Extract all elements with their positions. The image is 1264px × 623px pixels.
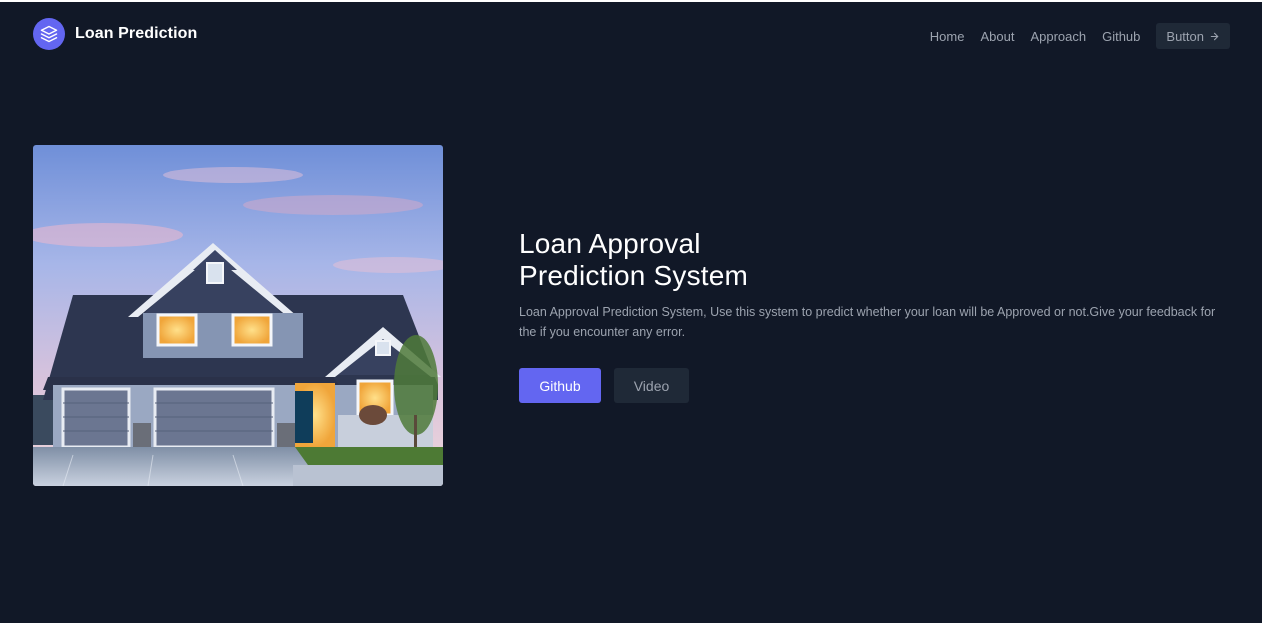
hero-description: Loan Approval Prediction System, Use thi…: [519, 305, 1216, 339]
hero-title: Loan Approval Prediction System: [519, 228, 1219, 292]
main-nav: Home About Approach Github Button: [930, 23, 1230, 49]
hero-actions: Github Video: [519, 368, 1219, 403]
site-header: Loan Prediction Home About Approach Gith…: [33, 18, 1230, 54]
nav-approach[interactable]: Approach: [1030, 29, 1086, 44]
layers-icon: [33, 18, 65, 50]
brand-link[interactable]: Loan Prediction: [33, 18, 197, 50]
hero-content: Loan Approval Prediction System Loan App…: [519, 228, 1219, 403]
page: Loan Prediction Home About Approach Gith…: [0, 0, 1264, 623]
github-button[interactable]: Github: [519, 368, 601, 403]
nav-github[interactable]: Github: [1102, 29, 1140, 44]
hero-title-line1: Loan Approval: [519, 228, 701, 259]
nav-home[interactable]: Home: [930, 29, 965, 44]
brand-name: Loan Prediction: [75, 25, 198, 42]
arrow-right-icon: [1209, 31, 1220, 42]
video-button[interactable]: Video: [614, 368, 689, 403]
house-photo: [33, 145, 443, 486]
nav-about[interactable]: About: [980, 29, 1014, 44]
header-cta-button[interactable]: Button: [1156, 23, 1230, 49]
hero-title-line2: Prediction System: [519, 260, 749, 291]
header-cta-label: Button: [1166, 28, 1204, 44]
